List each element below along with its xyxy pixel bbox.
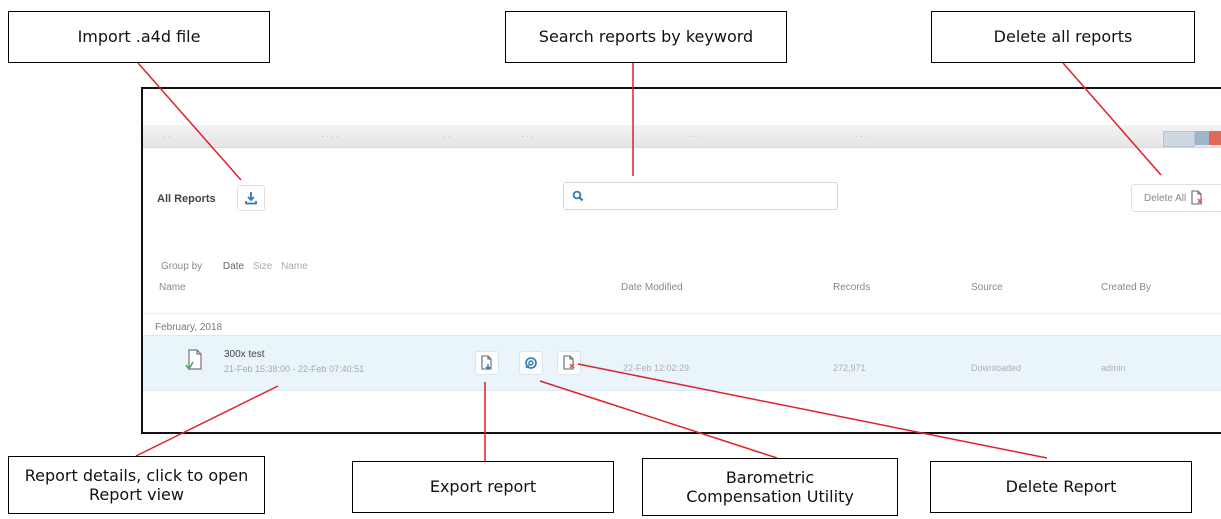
column-header-source[interactable]: Source <box>971 282 1003 293</box>
minimize-icon <box>1163 131 1195 147</box>
export-file-icon <box>481 355 492 370</box>
search-box[interactable] <box>563 182 838 210</box>
report-row[interactable]: 300x test 21-Feb 15:38:00 - 22-Feb 07:40… <box>143 335 1221 391</box>
search-input[interactable] <box>592 187 831 207</box>
report-file-icon <box>185 349 202 371</box>
callout-search-text: Search reports by keyword <box>538 27 754 47</box>
group-by-date[interactable]: Date <box>223 261 244 272</box>
group-by-size[interactable]: Size <box>253 261 272 272</box>
delete-file-icon <box>1191 190 1203 205</box>
callout-report-details-text: Report details, click to open Report vie… <box>24 465 249 504</box>
page-title: All Reports <box>157 193 216 205</box>
callout-import-text: Import .a4d file <box>77 27 201 47</box>
column-header-records[interactable]: Records <box>833 282 870 293</box>
callout-search: Search reports by keyword <box>505 11 787 63</box>
column-header-name[interactable]: Name <box>159 282 186 293</box>
import-button[interactable] <box>237 185 265 211</box>
callout-barometric: Barometric Compensation Utility <box>642 458 898 516</box>
search-icon <box>572 190 584 202</box>
report-records: 272,971 <box>833 363 866 373</box>
callout-delete-report-text: Delete Report <box>1005 477 1117 497</box>
barometric-link-icon <box>525 357 537 369</box>
group-by-label: Group by <box>161 261 203 272</box>
delete-report-button[interactable] <box>557 351 581 375</box>
report-date-modified: 22-Feb 12:02:29 <box>623 363 690 373</box>
delete-file-icon <box>563 355 575 370</box>
maximize-icon <box>1195 131 1209 145</box>
group-by: Group by Date Size Name <box>161 261 314 272</box>
delete-all-button[interactable]: Delete All <box>1131 184 1221 212</box>
group-by-name[interactable]: Name <box>281 261 308 272</box>
download-icon <box>245 192 257 205</box>
report-source: Downloaded <box>971 363 1022 373</box>
callout-export: Export report <box>352 461 614 513</box>
column-header-date-modified[interactable]: Date Modified <box>621 282 683 293</box>
month-group-label: February, 2018 <box>155 322 223 333</box>
close-icon <box>1209 131 1221 145</box>
callout-barometric-text: Barometric Compensation Utility <box>686 467 854 506</box>
delete-all-label: Delete All <box>1144 192 1187 204</box>
app-screenshot: · · · · · · · · · · · · · · · · · All Re… <box>141 87 1221 434</box>
callout-delete-report: Delete Report <box>930 461 1192 513</box>
callout-export-text: Export report <box>429 477 537 497</box>
report-name[interactable]: 300x test <box>224 349 265 360</box>
header-divider <box>143 313 1221 314</box>
callout-import: Import .a4d file <box>8 11 270 63</box>
column-header-created-by[interactable]: Created By <box>1101 282 1151 293</box>
export-report-button[interactable] <box>475 351 499 375</box>
blurred-tab-strip: · · · · · · · · · · · · · · · · · <box>143 125 1221 148</box>
callout-delete-all: Delete all reports <box>931 11 1195 63</box>
callout-delete-all-text: Delete all reports <box>993 27 1133 47</box>
report-created-by: admin <box>1101 363 1126 373</box>
barometric-compensation-button[interactable] <box>519 351 543 375</box>
report-time-range: 21-Feb 15:38:00 - 22-Feb 07:40:51 <box>224 364 365 374</box>
callout-report-details: Report details, click to open Report vie… <box>8 456 265 514</box>
window-controls <box>1159 131 1221 147</box>
